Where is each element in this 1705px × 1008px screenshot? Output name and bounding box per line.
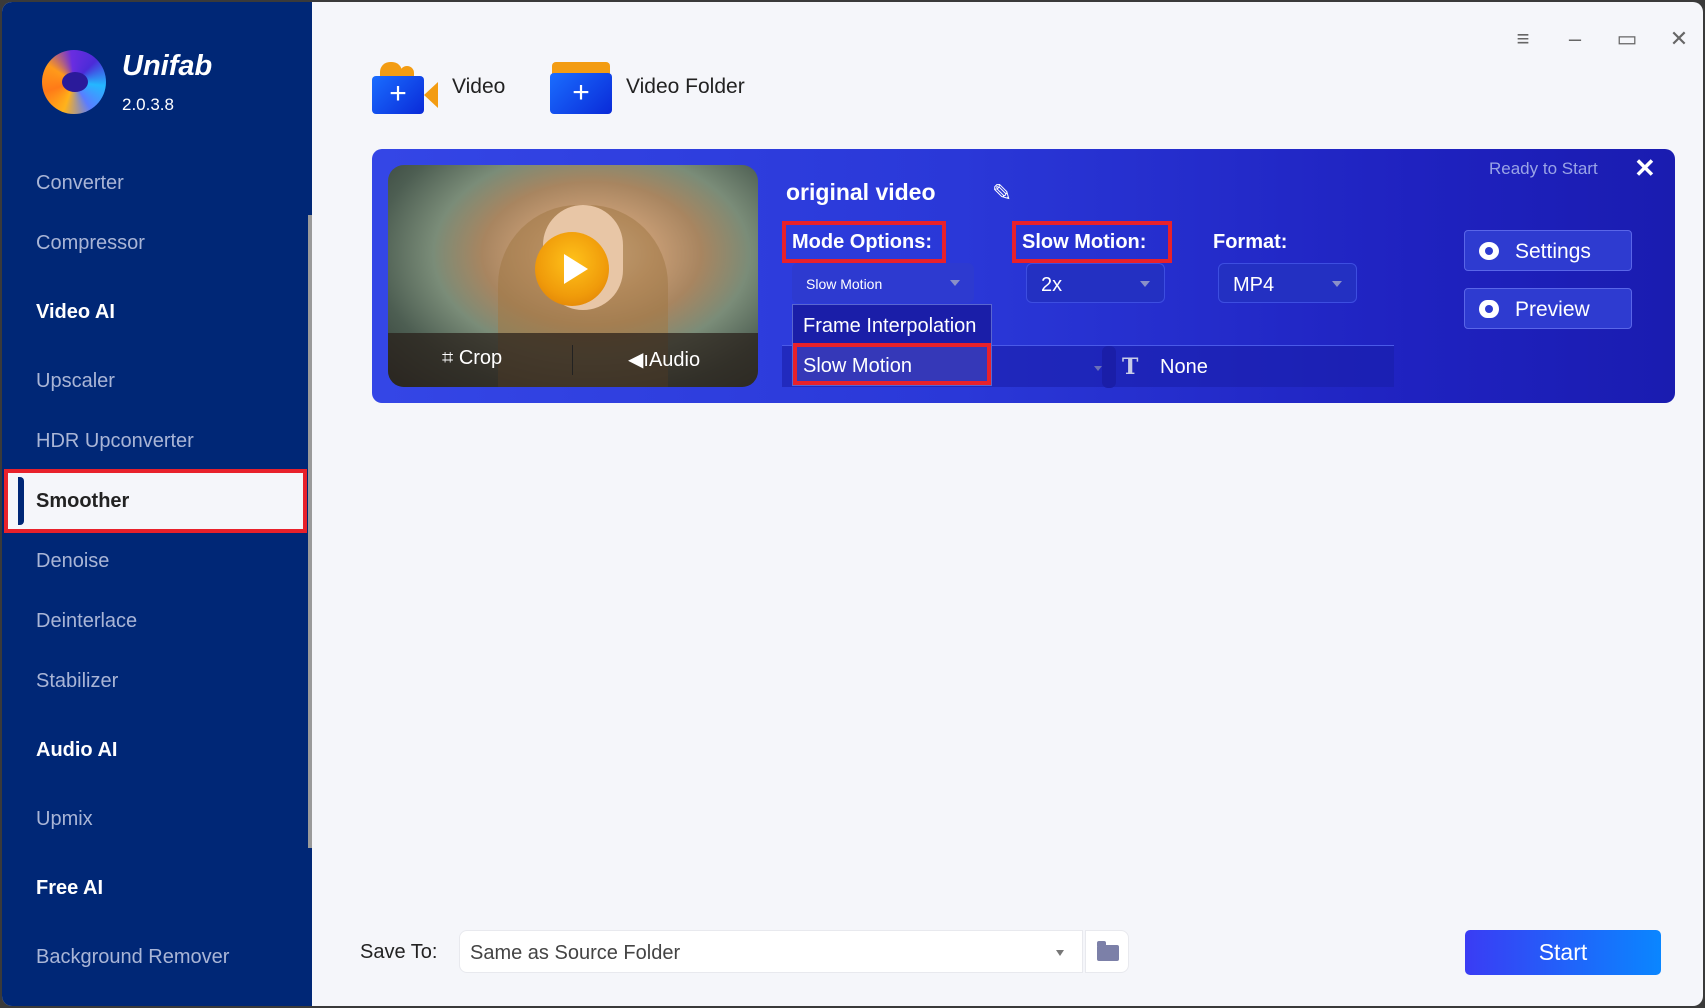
- gear-icon: [1479, 242, 1499, 260]
- sidebar-scrollbar[interactable]: [308, 215, 312, 848]
- slow-motion-select[interactable]: 2x: [1026, 263, 1165, 303]
- status-text: Ready to Start: [1489, 159, 1598, 178]
- mode-options-label: Mode Options:: [792, 231, 932, 253]
- chevron-down-icon: [950, 280, 960, 286]
- chevron-down-icon[interactable]: [1094, 366, 1102, 371]
- sidebar-item-stabilizer[interactable]: Stabilizer: [36, 670, 118, 693]
- sidebar-item-upmix[interactable]: Upmix: [36, 808, 93, 831]
- folder-icon: [1097, 941, 1119, 961]
- edit-icon[interactable]: ✎: [992, 179, 1012, 208]
- start-button[interactable]: Start: [1465, 930, 1661, 975]
- chevron-down-icon: [1140, 281, 1150, 287]
- audio-button[interactable]: ◀ıAudio: [628, 347, 700, 372]
- sidebar-item-compressor[interactable]: Compressor: [36, 232, 145, 255]
- mode-dropdown-menu: Frame Interpolation Slow Motion: [792, 304, 992, 386]
- save-to-label: Save To:: [360, 941, 438, 963]
- sidebar-header-audio-ai: Audio AI: [36, 739, 118, 761]
- preview-button[interactable]: Preview: [1464, 288, 1632, 329]
- sidebar-item-deinterlace[interactable]: Deinterlace: [36, 610, 137, 633]
- app-window: Unifab 2.0.3.8 Converter Compressor Vide…: [2, 2, 1703, 1006]
- format-select[interactable]: MP4: [1218, 263, 1357, 303]
- play-icon[interactable]: [535, 232, 609, 306]
- add-video-icon: +: [372, 60, 438, 114]
- sidebar: Unifab 2.0.3.8 Converter Compressor Vide…: [2, 2, 312, 1006]
- subtitle-icon: T: [1122, 354, 1139, 380]
- add-video-folder-button[interactable]: + Video Folder: [550, 60, 745, 114]
- divider: [572, 345, 573, 375]
- eye-icon: [1479, 300, 1499, 318]
- chevron-down-icon: [1056, 950, 1064, 956]
- slow-motion-label: Slow Motion:: [1022, 231, 1147, 253]
- dropdown-option-slow-motion[interactable]: Slow Motion: [803, 355, 912, 378]
- chevron-down-icon: [1332, 281, 1342, 287]
- settings-button[interactable]: Settings: [1464, 230, 1632, 271]
- add-video-label: Video: [452, 75, 506, 98]
- format-label: Format:: [1213, 231, 1288, 253]
- add-folder-icon: +: [550, 60, 612, 114]
- unifab-logo-icon: [42, 50, 106, 114]
- crop-button[interactable]: ⌗ Crop: [442, 347, 502, 370]
- sidebar-item-converter[interactable]: Converter: [36, 172, 124, 195]
- mode-select[interactable]: Slow Motion: [792, 263, 974, 303]
- close-icon[interactable]: ✕: [1666, 26, 1692, 52]
- video-title: original video: [786, 179, 936, 205]
- sidebar-item-label: Smoother: [36, 490, 130, 512]
- add-video-button[interactable]: + Video: [372, 60, 505, 114]
- subtitle-value[interactable]: None: [1160, 356, 1208, 379]
- active-indicator: [18, 477, 24, 525]
- sidebar-item-hdr-upconverter[interactable]: HDR Upconverter: [36, 430, 194, 453]
- maximize-icon[interactable]: ▭: [1614, 26, 1640, 52]
- app-name: Unifab: [122, 50, 213, 82]
- sidebar-item-denoise[interactable]: Denoise: [36, 550, 109, 573]
- sidebar-item-upscaler[interactable]: Upscaler: [36, 370, 115, 393]
- save-to-select[interactable]: Same as Source Folder: [459, 930, 1083, 973]
- sidebar-item-smoother[interactable]: Smoother: [4, 469, 307, 533]
- dropdown-option-frame-interpolation[interactable]: Frame Interpolation: [803, 315, 976, 338]
- add-folder-label: Video Folder: [626, 75, 745, 98]
- app-version: 2.0.3.8: [122, 95, 174, 114]
- sidebar-item-background-remover[interactable]: Background Remover: [36, 946, 229, 969]
- video-thumbnail[interactable]: ⌗ Crop ◀ıAudio: [388, 165, 758, 387]
- browse-folder-button[interactable]: [1085, 930, 1129, 973]
- sidebar-header-free-ai: Free AI: [36, 877, 104, 899]
- speaker-icon: ◀ı: [628, 349, 649, 371]
- thumbnail-toolbar: ⌗ Crop ◀ıAudio: [388, 333, 758, 387]
- minimize-icon[interactable]: –: [1562, 26, 1588, 52]
- remove-task-icon[interactable]: ✕: [1634, 153, 1656, 184]
- menu-icon[interactable]: ≡: [1510, 26, 1536, 52]
- sidebar-header-video-ai: Video AI: [36, 301, 115, 323]
- task-card: ⌗ Crop ◀ıAudio original video ✎ Mode Opt…: [372, 149, 1675, 403]
- crop-icon: ⌗: [442, 347, 454, 369]
